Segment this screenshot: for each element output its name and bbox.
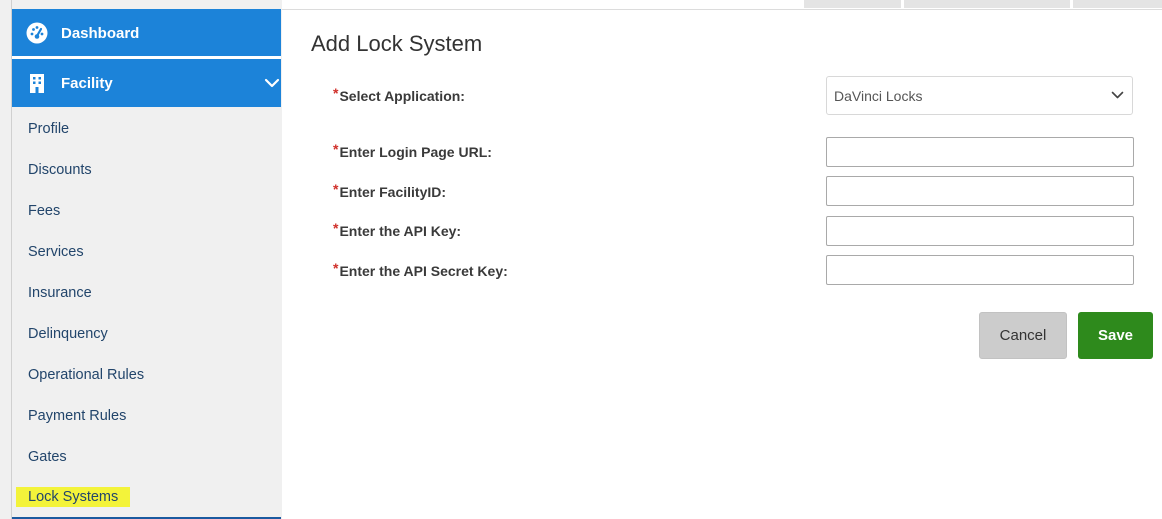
sidebar-item-gates[interactable]: Gates [28,447,67,467]
sidebar: Dashboard Facility Profile Discounts Fee… [0,0,282,519]
api-key-label-text: Enter the API Key: [339,223,462,239]
api-secret-label: *Enter the API Secret Key: [333,260,508,280]
sidebar-item-label: Dashboard [61,25,140,42]
application-label: *Select Application: [333,85,465,105]
facility-id-input[interactable] [826,176,1134,206]
sidebar-item-label: Facility [61,75,113,92]
sidebar-item-payment-rules[interactable]: Payment Rules [28,406,126,426]
application-select-value: DaVinci Locks [834,88,923,104]
chevron-down-icon [1111,91,1124,99]
facility-id-label-text: Enter FacilityID: [339,184,447,200]
sidebar-item-services[interactable]: Services [28,242,84,262]
top-tab[interactable] [1073,0,1162,8]
speedometer-icon [26,22,48,44]
sidebar-item-insurance[interactable]: Insurance [28,283,92,303]
application-select[interactable]: DaVinci Locks [826,76,1133,115]
application-label-text: Select Application: [339,88,465,104]
sidebar-item-delinquency[interactable]: Delinquency [28,324,108,344]
top-tab[interactable] [904,0,1070,8]
required-marker: * [333,141,339,157]
required-marker: * [333,260,339,276]
top-tab[interactable] [804,0,901,8]
sidebar-item-lock-systems[interactable]: Lock Systems [16,487,131,507]
page: Dashboard Facility Profile Discounts Fee… [0,0,1162,519]
sidebar-item-discounts[interactable]: Discounts [28,160,92,180]
required-marker: * [333,220,339,236]
api-secret-input[interactable] [826,255,1134,285]
api-secret-label-text: Enter the API Secret Key: [339,263,508,279]
save-button[interactable]: Save [1078,312,1153,359]
login-url-label: *Enter Login Page URL: [333,141,492,161]
sidebar-item-facility[interactable]: Facility [12,59,281,107]
login-url-input[interactable] [826,137,1134,167]
sidebar-item-dashboard[interactable]: Dashboard [12,9,281,57]
sidebar-item-operational-rules[interactable]: Operational Rules [28,365,144,385]
required-marker: * [333,181,339,197]
required-marker: * [333,85,339,101]
api-key-input[interactable] [826,216,1134,246]
chevron-down-icon[interactable] [263,77,281,89]
api-key-label: *Enter the API Key: [333,220,462,240]
page-title: Add Lock System [311,31,483,56]
login-url-label-text: Enter Login Page URL: [339,144,492,160]
building-icon [30,74,44,93]
sidebar-item-fees[interactable]: Fees [28,201,60,221]
sidebar-item-profile[interactable]: Profile [28,119,69,139]
facility-id-label: *Enter FacilityID: [333,181,447,201]
top-toolbar [282,0,1162,10]
cancel-button[interactable]: Cancel [979,312,1067,359]
